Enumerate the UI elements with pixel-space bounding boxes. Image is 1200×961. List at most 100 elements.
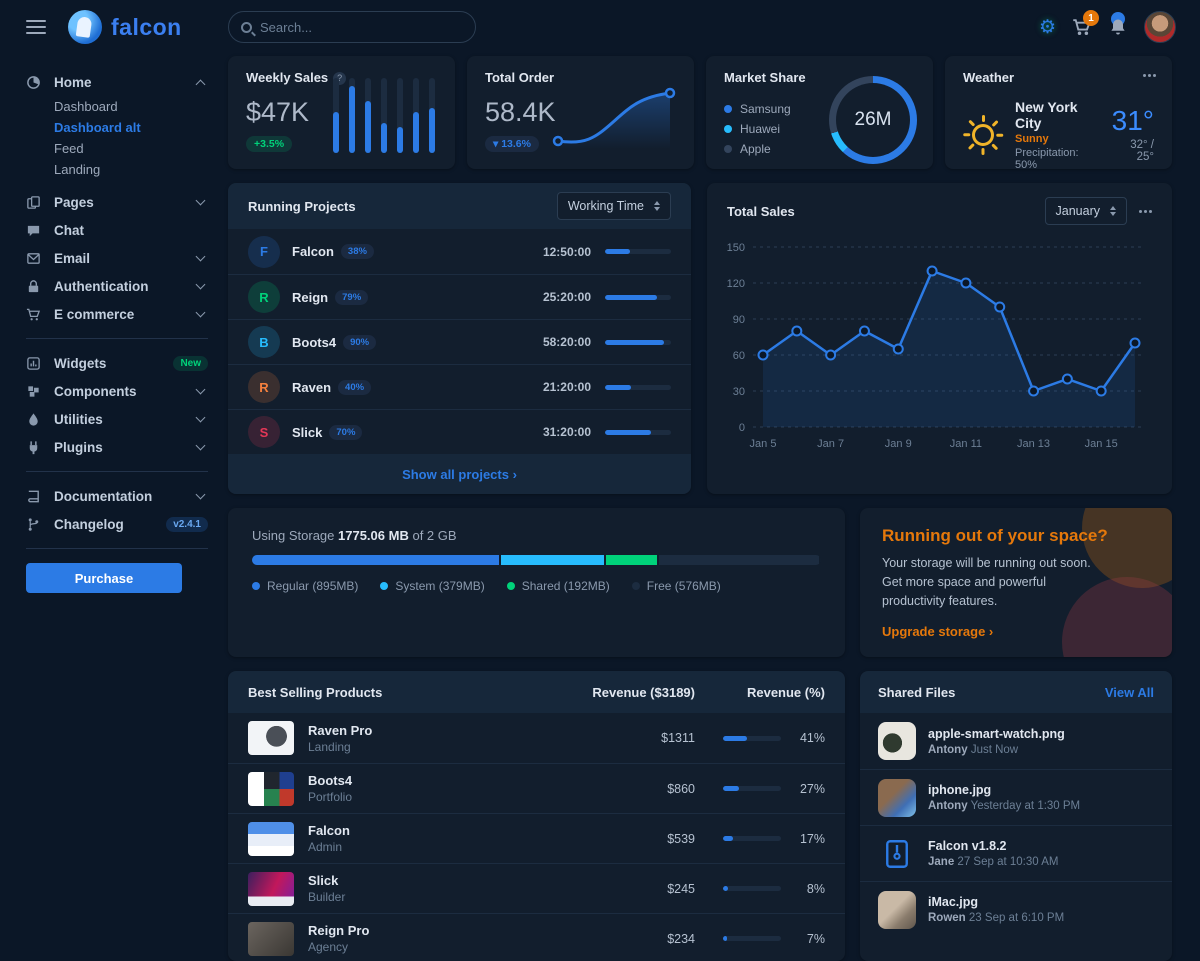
purchase-button[interactable]: Purchase	[26, 563, 182, 593]
weather-range: 32° / 25°	[1112, 139, 1154, 163]
lock-icon	[26, 279, 43, 294]
product-row[interactable]: FalconAdmin $539 17%	[228, 813, 845, 863]
product-progress-bar	[723, 836, 781, 841]
project-row[interactable]: S Slick 70% 31:20:00	[228, 409, 691, 454]
cart-count-badge: 1	[1083, 10, 1099, 26]
sidebar-item-plugins[interactable]: Plugins	[26, 433, 208, 461]
total-order-line-chart	[550, 83, 680, 155]
settings-gear-icon[interactable]	[1039, 18, 1056, 37]
project-time: 21:20:00	[529, 380, 591, 394]
sidebar-item-utilities[interactable]: Utilities	[26, 405, 208, 433]
sidebar-item-chat[interactable]: Chat	[26, 216, 208, 244]
svg-text:120: 120	[727, 278, 745, 290]
hamburger-menu-icon[interactable]	[26, 16, 46, 38]
legend-item: System (379MB)	[380, 579, 484, 593]
chevron-down-icon	[196, 308, 206, 318]
project-row[interactable]: F Falcon 38% 12:50:00	[228, 229, 691, 274]
total-order-card: Total Order 58.4K ▾ 13.6%	[467, 56, 694, 169]
sidebar-item-dashboard[interactable]: Dashboard	[26, 96, 208, 117]
total-order-title: Total Order	[485, 70, 554, 85]
product-row[interactable]: Boots4Portfolio $860 27%	[228, 763, 845, 813]
running-projects-title: Running Projects	[248, 199, 356, 214]
falcon-logo-text: falcon	[111, 14, 182, 41]
shared-file-row[interactable]: iphone.jpg Antony Yesterday at 1:30 PM	[860, 769, 1172, 825]
sun-icon	[963, 115, 1003, 155]
sidebar-item-email[interactable]: Email	[26, 244, 208, 272]
market-share-card: Market Share Samsung Huawei Apple 26M	[706, 56, 933, 169]
legend-dot	[724, 105, 732, 113]
sidebar-item-landing[interactable]: Landing	[26, 159, 208, 180]
project-row[interactable]: R Raven 40% 21:20:00	[228, 364, 691, 409]
project-row[interactable]: R Reign 79% 25:20:00	[228, 274, 691, 319]
view-all-link[interactable]: View All	[1105, 685, 1154, 700]
storage-card: Using Storage 1775.06 MB of 2 GB Regular…	[228, 508, 845, 657]
bsp-col-percent: Revenue (%)	[695, 685, 825, 700]
project-row[interactable]: B Boots4 90% 58:20:00	[228, 319, 691, 364]
storage-label: Using Storage 1775.06 MB of 2 GB	[252, 528, 821, 543]
product-revenue: $860	[575, 782, 695, 796]
shared-file-row[interactable]: Falcon v1.8.2 Jane 27 Sep at 10:30 AM	[860, 825, 1172, 881]
svg-text:60: 60	[733, 350, 745, 362]
total-sales-title: Total Sales	[727, 204, 795, 219]
project-progress-bar	[605, 385, 671, 390]
ellipsis-menu-icon[interactable]	[1139, 210, 1152, 213]
sidebar-item-authentication[interactable]: Authentication	[26, 272, 208, 300]
product-thumbnail	[248, 822, 294, 856]
search-box[interactable]	[228, 11, 476, 43]
market-share-donut-chart: 26M	[829, 76, 917, 164]
project-time: 31:20:00	[529, 425, 591, 439]
project-percent-badge: 79%	[335, 290, 368, 305]
show-all-projects-link[interactable]: Show all projects ›	[402, 467, 517, 482]
sidebar-item-dashboard-alt[interactable]: Dashboard alt	[26, 117, 208, 138]
search-input[interactable]	[260, 20, 463, 35]
product-progress-bar	[723, 736, 781, 741]
bell-icon	[1108, 17, 1128, 37]
product-row[interactable]: Reign ProAgency $234 7%	[228, 913, 845, 961]
legend-item: Free (576MB)	[632, 579, 721, 593]
shared-files-card: Shared Files View All apple-smart-watch.…	[860, 671, 1172, 961]
new-badge: New	[173, 356, 208, 371]
svg-text:30: 30	[733, 386, 745, 398]
project-avatar: R	[248, 371, 280, 403]
cart-button[interactable]: 1	[1072, 17, 1092, 37]
user-avatar[interactable]	[1144, 11, 1176, 43]
sidebar-item-home[interactable]: Home	[26, 68, 208, 96]
month-select[interactable]: January	[1045, 197, 1127, 225]
product-percent: 27%	[781, 782, 825, 796]
sidebar-item-changelog[interactable]: Changelog v2.4.1	[26, 510, 208, 538]
code-branch-icon	[26, 517, 43, 532]
svg-text:Jan 7: Jan 7	[817, 438, 844, 450]
bsp-title: Best Selling Products	[248, 685, 382, 700]
shared-file-row[interactable]: apple-smart-watch.png Antony Just Now	[860, 713, 1172, 769]
svg-text:Jan 11: Jan 11	[950, 438, 982, 450]
chart-pie-icon	[26, 75, 43, 90]
product-row[interactable]: SlickBuilder $245 8%	[228, 863, 845, 913]
chevron-down-icon	[196, 413, 206, 423]
zip-file-icon	[878, 835, 916, 873]
sidebar-item-pages[interactable]: Pages	[26, 188, 208, 216]
working-time-select[interactable]: Working Time	[557, 192, 671, 220]
total-sales-card: Total Sales January 0306090120150Jan 5Ja…	[707, 183, 1172, 494]
sidebar-item-feed[interactable]: Feed	[26, 138, 208, 159]
project-time: 12:50:00	[529, 245, 591, 259]
falcon-logo[interactable]: falcon	[68, 10, 182, 44]
sidebar-item-components[interactable]: Components	[26, 377, 208, 405]
sidebar-item-ecommerce[interactable]: E commerce	[26, 300, 208, 328]
product-progress-bar	[723, 936, 781, 941]
search-icon	[241, 22, 252, 33]
notifications-button[interactable]	[1108, 17, 1128, 37]
product-row[interactable]: Raven ProLanding $1311 41%	[228, 713, 845, 763]
legend-dot	[724, 125, 732, 133]
shared-file-row[interactable]: iMac.jpg Rowen 23 Sep at 6:10 PM	[860, 881, 1172, 937]
svg-text:Jan 15: Jan 15	[1085, 438, 1118, 450]
sidebar-item-widgets[interactable]: Widgets New	[26, 349, 208, 377]
book-icon	[26, 489, 43, 504]
sidebar-item-documentation[interactable]: Documentation	[26, 482, 208, 510]
ellipsis-menu-icon[interactable]	[1140, 68, 1158, 82]
product-thumbnail	[248, 772, 294, 806]
chevron-down-icon	[196, 385, 206, 395]
upgrade-storage-link[interactable]: Upgrade storage ›	[882, 624, 993, 639]
weather-precipitation: Precipitation: 50%	[1015, 147, 1100, 171]
project-time: 25:20:00	[529, 290, 591, 304]
project-progress-bar	[605, 430, 671, 435]
